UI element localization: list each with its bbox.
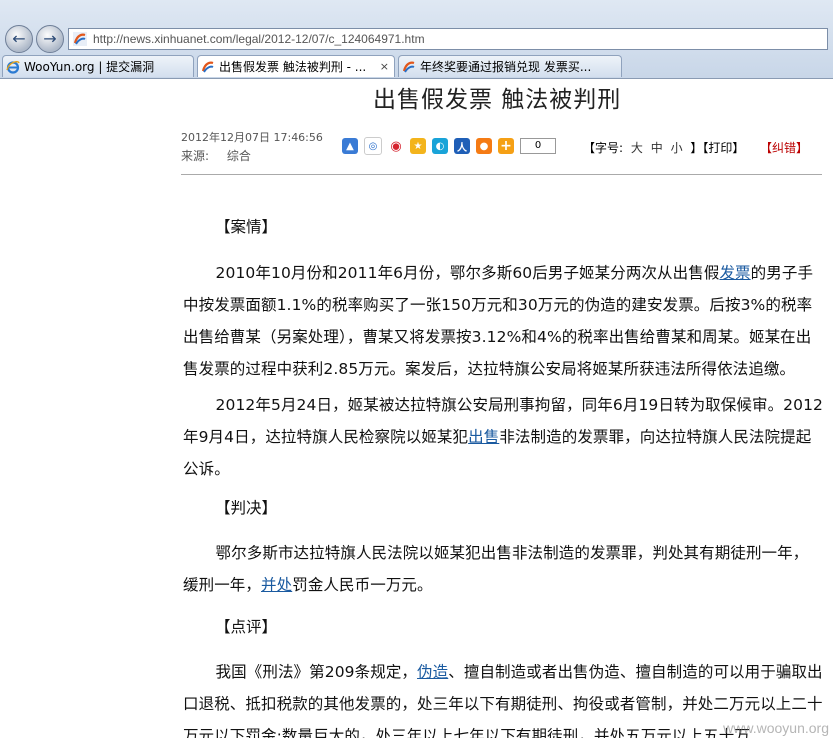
comment-heading: 【点评】	[215, 618, 278, 636]
share-icon-7[interactable]: ●	[476, 138, 492, 154]
source-value: 综合	[226, 149, 251, 163]
case-paragraph-2: 2012年5月24日，姬某被达拉特旗公安局刑事拘留，同年6月19日转为取保候审。…	[183, 396, 824, 478]
tab-article[interactable]: 出售假发票 触法被判刑 - ... ×	[197, 55, 395, 77]
tab-strip: WooYun.org | 提交漏洞 出售假发票 触法被判刑 - ... × 年终…	[0, 54, 833, 78]
watermark: www.wooyun.org	[723, 720, 829, 736]
share-toolbar: ▲ ◎ ◉ ★ ◐ 人 ● + 0	[342, 137, 556, 155]
share-icon-2[interactable]: ◎	[364, 137, 382, 155]
site-favicon-icon	[73, 32, 87, 46]
article-source: 来源: 综合	[181, 147, 251, 164]
forge-link[interactable]: 伪造	[417, 663, 448, 681]
arrow-left-icon: ←	[12, 29, 26, 48]
font-size-label: 【字号:	[583, 141, 624, 155]
url-text[interactable]: http://news.xinhuanet.com/legal/2012-12/…	[93, 32, 425, 46]
renren-icon[interactable]: 人	[454, 138, 470, 154]
case-heading: 【案情】	[215, 218, 278, 236]
concurrent-link[interactable]: 并处	[261, 576, 292, 594]
weibo-icon[interactable]: ◉	[388, 138, 404, 154]
share-icon-1[interactable]: ▲	[342, 138, 358, 154]
plus-icon[interactable]: +	[498, 138, 514, 154]
address-bar[interactable]: http://news.xinhuanet.com/legal/2012-12/…	[68, 28, 828, 50]
back-button[interactable]: ←	[5, 25, 33, 53]
font-size-medium[interactable]: 中	[651, 141, 663, 155]
site-favicon-icon	[402, 61, 415, 73]
verdict-paragraph: 鄂尔多斯市达拉特旗人民法院以姬某犯出售非法制造的发票罪，判处其有期徒刑一年，缓刑…	[183, 544, 809, 594]
source-label: 来源:	[181, 149, 210, 163]
ie-page-icon	[6, 60, 20, 74]
tab-label: 出售假发票 触法被判刑 - ...	[219, 60, 367, 74]
share-icon-4[interactable]: ★	[410, 138, 426, 154]
font-size-large[interactable]: 大	[631, 141, 643, 155]
arrow-right-icon: →	[43, 29, 57, 48]
verdict-heading: 【判决】	[215, 499, 278, 517]
tab-label: WooYun.org | 提交漏洞	[24, 60, 155, 74]
site-favicon-icon	[201, 61, 214, 73]
print-link[interactable]: 】【打印】	[690, 141, 744, 155]
share-icon-5[interactable]: ◐	[432, 138, 448, 154]
forward-button[interactable]: →	[36, 25, 64, 53]
web-page: 出售假发票 触法被判刑 2012年12月07日 17:46:56 来源: 综合 …	[0, 79, 833, 738]
divider	[181, 174, 822, 175]
publish-date: 2012年12月07日 17:46:56	[181, 131, 323, 144]
tab-bonus-article[interactable]: 年终奖要通过报销兑现 发票买...	[398, 55, 622, 77]
browser-chrome: ← → http://news.xinhuanet.com/legal/2012…	[0, 0, 833, 79]
case-paragraph-1: 2010年10月份和2011年6月份，鄂尔多斯60后男子姬某分两次从出售假发票的…	[183, 264, 814, 378]
font-size-controls: 【字号: 大 中 小 】【打印】	[583, 139, 748, 156]
font-size-small[interactable]: 小	[671, 141, 683, 155]
invoice-link[interactable]: 发票	[719, 264, 750, 282]
share-count: 0	[520, 138, 556, 154]
tab-label: 年终奖要通过报销兑现 发票买...	[420, 60, 592, 74]
article-title: 出售假发票 触法被判刑	[373, 87, 622, 113]
close-tab-icon[interactable]: ×	[380, 60, 389, 73]
sell-link[interactable]: 出售	[468, 428, 499, 446]
report-error-link[interactable]: 【纠错】	[760, 139, 808, 156]
tab-wooyun[interactable]: WooYun.org | 提交漏洞	[2, 55, 194, 77]
